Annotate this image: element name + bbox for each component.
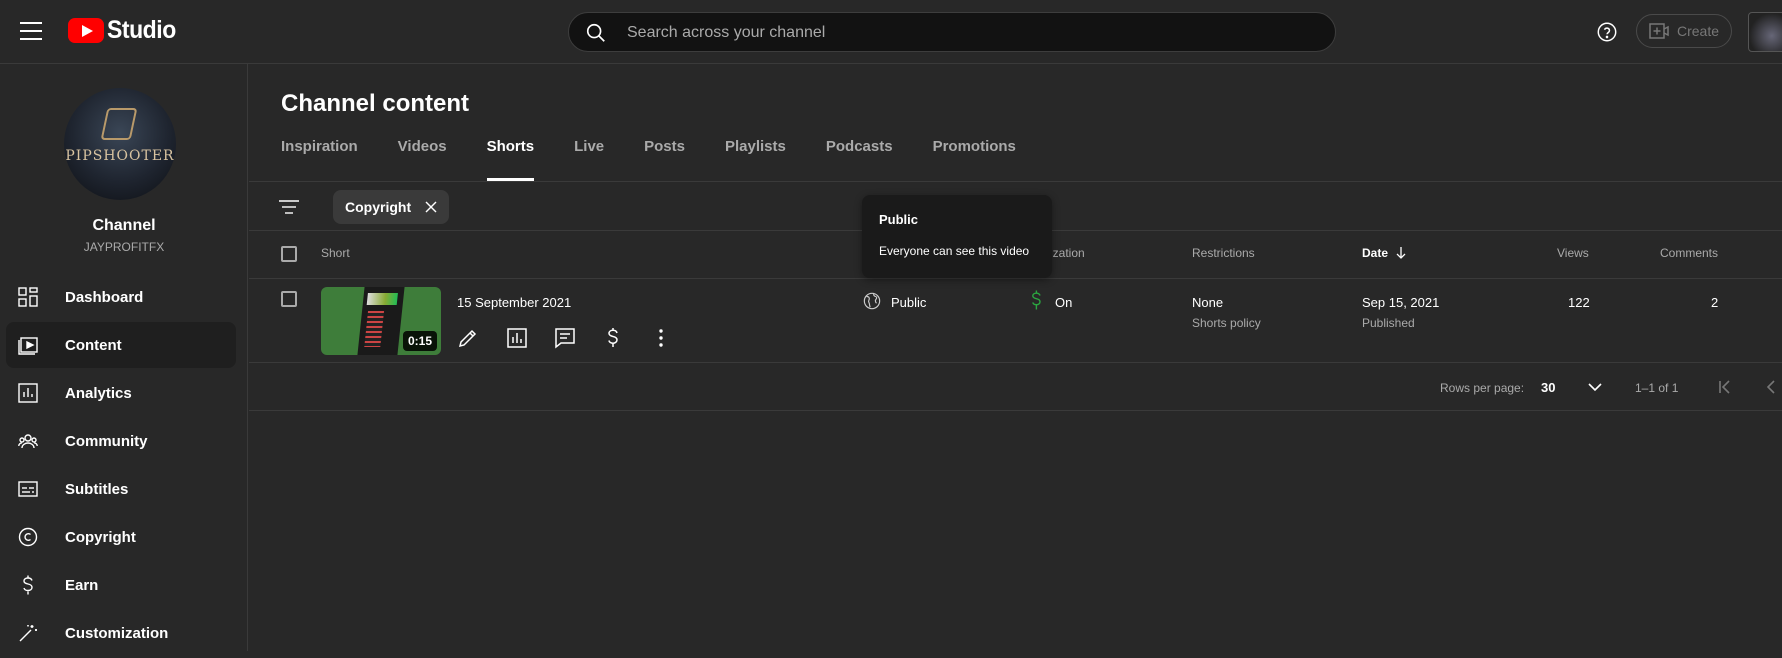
help-icon[interactable]: [1596, 21, 1618, 43]
sidebar-item-label: Copyright: [65, 528, 136, 546]
visibility-status[interactable]: Public: [891, 295, 926, 310]
comments-icon[interactable]: [553, 326, 577, 350]
tab-inspiration[interactable]: Inspiration: [281, 138, 358, 181]
sidebar-item-label: Content: [65, 336, 122, 354]
tab-playlists[interactable]: Playlists: [725, 138, 786, 181]
tab-live[interactable]: Live: [574, 138, 604, 181]
date-value: Sep 15, 2021: [1362, 295, 1440, 310]
date-subtext: Published: [1362, 316, 1415, 330]
copyright-icon: [18, 527, 38, 547]
youtube-logo-icon: [68, 18, 104, 43]
top-bar: Studio Create: [0, 0, 1782, 64]
dashboard-icon: [18, 287, 38, 307]
sidebar-item-subtitles[interactable]: Subtitles: [6, 466, 236, 512]
menu-icon[interactable]: [20, 22, 42, 40]
sidebar-item-community[interactable]: Community: [6, 418, 236, 464]
tooltip-text: Everyone can see this video: [879, 244, 1030, 258]
column-header-comments[interactable]: Comments: [1660, 246, 1718, 260]
sidebar-item-label: Dashboard: [65, 288, 144, 306]
first-page-icon[interactable]: [1718, 379, 1732, 395]
sidebar-item-dashboard[interactable]: Dashboard: [6, 274, 236, 320]
tab-podcasts[interactable]: Podcasts: [826, 138, 893, 181]
filter-chip-label: Copyright: [345, 199, 412, 215]
visibility-tooltip: Public Everyone can see this video: [862, 195, 1052, 278]
previous-page-icon[interactable]: [1764, 379, 1778, 395]
monetization-status[interactable]: On: [1055, 295, 1072, 310]
studio-logo[interactable]: Studio: [68, 16, 182, 45]
chevron-down-icon[interactable]: [1587, 380, 1603, 394]
analytics-icon[interactable]: [505, 326, 529, 350]
restrictions-subtext: Shorts policy: [1192, 316, 1261, 330]
logo-text: Studio: [107, 16, 176, 44]
sidebar-item-label: Subtitles: [65, 480, 129, 498]
sidebar-item-label: Community: [65, 432, 148, 450]
column-header-restrictions[interactable]: Restrictions: [1192, 246, 1255, 260]
column-header-short[interactable]: Short: [321, 246, 350, 260]
tooltip-title: Public: [879, 212, 919, 227]
rows-per-page-label: Rows per page:: [1440, 381, 1525, 395]
monetization-on-icon: [1032, 290, 1041, 310]
globe-icon: [863, 292, 881, 310]
analytics-icon: [18, 383, 38, 403]
create-button[interactable]: Create: [1636, 14, 1732, 48]
sidebar-nav: Dashboard Content Analytics Community Su…: [6, 274, 236, 658]
pagination-range: 1–1 of 1: [1635, 381, 1679, 395]
sidebar-item-label: Analytics: [65, 384, 132, 402]
sidebar-item-analytics[interactable]: Analytics: [6, 370, 236, 416]
video-thumbnail[interactable]: 0:15: [321, 287, 441, 355]
search-bar[interactable]: [568, 12, 1336, 53]
filter-icon[interactable]: [279, 199, 299, 215]
create-video-icon: [1649, 23, 1669, 39]
channel-logo-mark: [100, 108, 138, 140]
rows-per-page-value[interactable]: 30: [1541, 380, 1555, 395]
restrictions-value[interactable]: None: [1192, 295, 1223, 310]
tab-shorts[interactable]: Shorts: [486, 138, 534, 181]
sidebar-item-label: Earn: [65, 576, 99, 594]
channel-avatar-text: PIPSHOOTER: [65, 148, 175, 164]
tab-posts[interactable]: Posts: [644, 138, 685, 181]
subtitles-icon: [18, 481, 38, 497]
page-title: Channel content: [281, 90, 470, 117]
search-icon: [586, 23, 605, 42]
customization-icon: [19, 625, 37, 642]
earn-icon: [23, 575, 33, 595]
account-avatar[interactable]: [1748, 12, 1782, 52]
divider: [249, 278, 1782, 279]
column-header-views[interactable]: Views: [1557, 246, 1589, 260]
views-value: 122: [1568, 295, 1590, 310]
search-input[interactable]: [625, 13, 1319, 53]
close-icon[interactable]: [425, 201, 437, 213]
divider: [249, 362, 1782, 363]
tab-promotions[interactable]: Promotions: [933, 138, 1016, 181]
sidebar-item-copyright[interactable]: Copyright: [6, 514, 236, 560]
column-header-date-label: Date: [1362, 246, 1389, 260]
more-options-icon[interactable]: [649, 326, 673, 350]
sidebar-item-label: Customization: [65, 624, 169, 642]
community-icon: [18, 434, 38, 449]
sidebar: PIPSHOOTER Channel JAYPROFITFX Dashboard…: [0, 64, 248, 651]
channel-avatar[interactable]: PIPSHOOTER: [64, 88, 176, 200]
select-all-checkbox[interactable]: [281, 246, 297, 262]
divider: [249, 181, 1782, 182]
filter-chip-copyright[interactable]: Copyright: [333, 190, 450, 224]
video-title[interactable]: 15 September 2021: [457, 295, 571, 310]
tab-videos[interactable]: Videos: [398, 138, 447, 181]
monetization-dollar-icon[interactable]: [601, 326, 625, 350]
comments-value: 2: [1711, 295, 1719, 310]
column-header-date[interactable]: Date: [1362, 246, 1406, 260]
channel-label: Channel: [92, 217, 156, 234]
thumbnail-image: [357, 287, 405, 355]
content-icon: [18, 337, 38, 355]
sidebar-item-customization[interactable]: Customization: [6, 610, 236, 656]
duration-badge: 0:15: [402, 331, 437, 351]
content-tabs: Inspiration Videos Shorts Live Posts Pla…: [281, 138, 1016, 181]
channel-handle: JAYPROFITFX: [83, 240, 165, 254]
sidebar-item-earn[interactable]: Earn: [6, 562, 236, 608]
sort-arrow-down-icon: [1396, 247, 1406, 259]
create-button-label: Create: [1676, 23, 1720, 39]
edit-pencil-icon[interactable]: [456, 326, 480, 350]
row-checkbox[interactable]: [281, 291, 297, 307]
divider: [249, 410, 1782, 411]
sidebar-item-content[interactable]: Content: [6, 322, 236, 368]
